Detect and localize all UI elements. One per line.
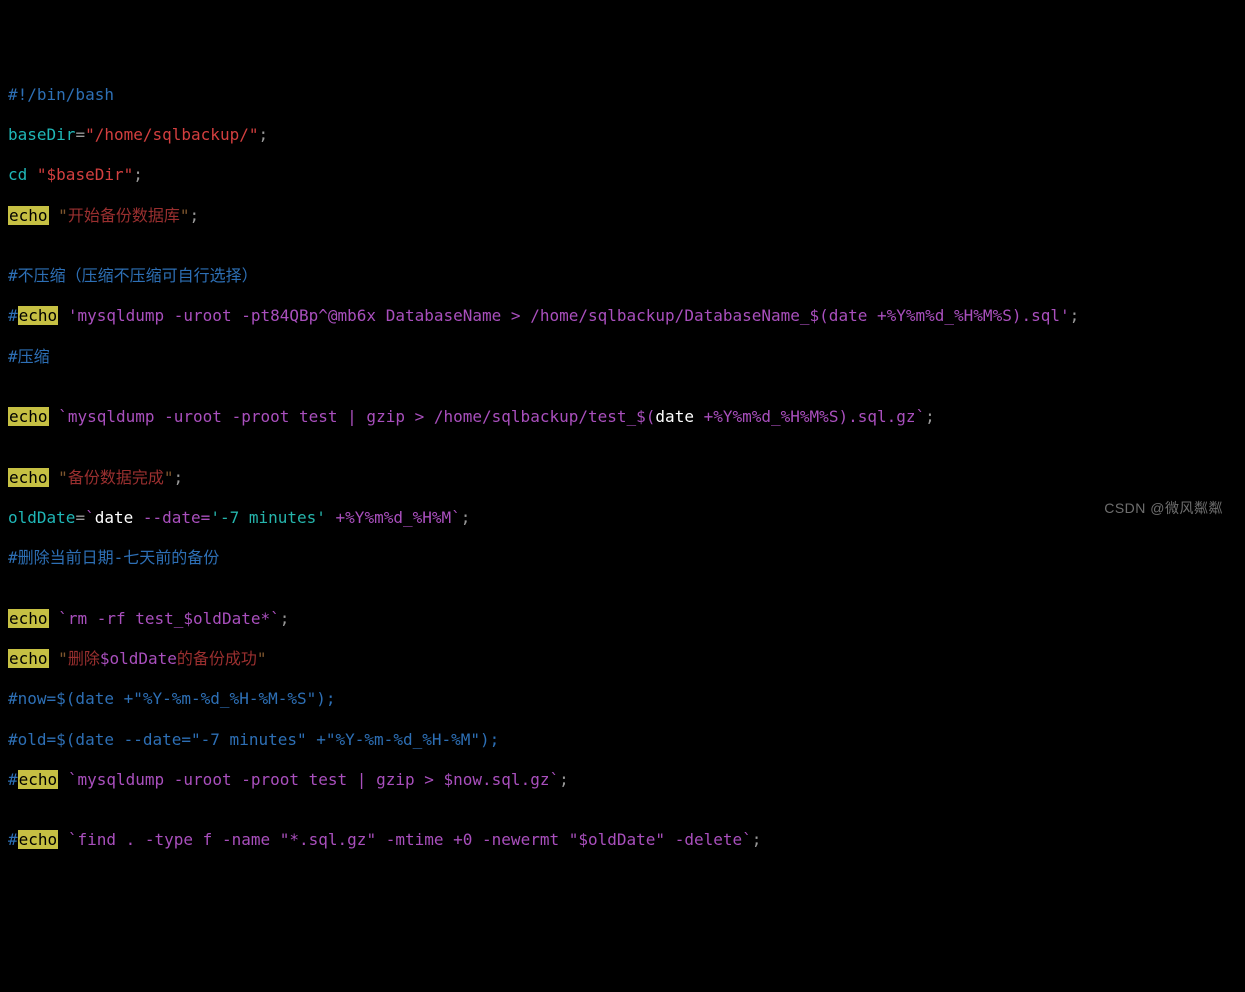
comment: 删除当前日期-七天前的备份 — [18, 548, 220, 567]
semicolon: ; — [461, 508, 471, 527]
option: --date= — [133, 508, 210, 527]
backtick: ` — [68, 830, 78, 849]
semicolon: ; — [173, 468, 183, 487]
hash: # — [8, 306, 18, 325]
code-line: #压缩 — [8, 347, 1237, 367]
string: 开始备份数据库 — [68, 206, 180, 225]
command-tail: ).sql.gz — [838, 407, 915, 426]
hash: # — [8, 770, 18, 789]
command-date: date — [655, 407, 694, 426]
code-line: #old=$(date --date="-7 minutes" +"%Y-%m-… — [8, 730, 1237, 750]
comment: #不压缩（压缩不压缩可自行选择） — [8, 266, 258, 285]
string: 备份数据完成 — [68, 468, 164, 487]
space — [49, 468, 59, 487]
command: mysqldump -uroot -proot test | gzip > /h… — [68, 407, 656, 426]
string-part: 删除 — [68, 649, 100, 668]
code-line: baseDir="/home/sqlbackup/"; — [8, 125, 1237, 145]
space — [58, 830, 68, 849]
code-line: cd "$baseDir"; — [8, 165, 1237, 185]
builtin-echo: echo — [8, 468, 49, 487]
semicolon: ; — [1070, 306, 1080, 325]
command: find . -type f -name "*.sql.gz" -mtime +… — [77, 830, 742, 849]
code-line: echo "备份数据完成"; — [8, 468, 1237, 488]
operator: = — [75, 508, 85, 527]
builtin-echo: echo — [18, 306, 59, 325]
code-line: #不压缩（压缩不压缩可自行选择） — [8, 266, 1237, 286]
command: rm -rf test_$oldDate* — [68, 609, 270, 628]
code-line: #echo `mysqldump -uroot -proot test | gz… — [8, 770, 1237, 790]
code-line: #echo 'mysqldump -uroot -pt84QBp^@mb6x D… — [8, 306, 1237, 326]
backtick: ` — [58, 407, 68, 426]
var-name: oldDate — [8, 508, 75, 527]
quote: " — [58, 468, 68, 487]
backtick: ` — [68, 770, 78, 789]
operator: = — [75, 125, 85, 144]
builtin-echo: echo — [18, 770, 59, 789]
backtick: ` — [742, 830, 752, 849]
space — [49, 649, 59, 668]
code-line: #!/bin/bash — [8, 85, 1237, 105]
code-line: #now=$(date +"%Y-%m-%d_%H-%M-%S"); — [8, 689, 1237, 709]
builtin-echo: echo — [18, 830, 59, 849]
quote: " — [257, 649, 267, 668]
space — [49, 407, 59, 426]
quote: " — [58, 649, 68, 668]
code-line: echo `rm -rf test_$oldDate*`; — [8, 609, 1237, 629]
variable: $oldDate — [100, 649, 177, 668]
builtin-echo: echo — [8, 649, 49, 668]
builtin-echo: echo — [8, 609, 49, 628]
space — [49, 609, 59, 628]
command-date: date — [95, 508, 134, 527]
semicolon: ; — [559, 770, 569, 789]
string: "/home/sqlbackup/" — [85, 125, 258, 144]
string: '-7 minutes' — [210, 508, 326, 527]
semicolon: ; — [189, 206, 199, 225]
code-line: echo "删除$oldDate的备份成功" — [8, 649, 1237, 669]
shebang: #!/bin/bash — [8, 85, 114, 104]
comment: #压缩 — [8, 347, 50, 366]
command: mysqldump -uroot -proot test | gzip > $n… — [77, 770, 549, 789]
date-format: +%Y%m%d_%H%M — [326, 508, 451, 527]
hash: # — [8, 548, 18, 567]
backtick: ` — [270, 609, 280, 628]
semicolon: ; — [133, 165, 143, 184]
space — [58, 306, 68, 325]
code-line: #echo `find . -type f -name "*.sql.gz" -… — [8, 830, 1237, 850]
string: "$baseDir" — [37, 165, 133, 184]
backtick: ` — [451, 508, 461, 527]
hash: # — [8, 830, 18, 849]
string-part: 的备份成功 — [177, 649, 257, 668]
code-line: #删除当前日期-七天前的备份 — [8, 548, 1237, 568]
backtick: ` — [549, 770, 559, 789]
code-line: oldDate=`date --date='-7 minutes' +%Y%m%… — [8, 508, 1237, 528]
builtin-cd: cd — [8, 165, 37, 184]
backtick: ` — [85, 508, 95, 527]
semicolon: ; — [258, 125, 268, 144]
date-format: +%Y%m%d_%H%M%S — [694, 407, 839, 426]
builtin-echo: echo — [8, 407, 49, 426]
backtick: ` — [58, 609, 68, 628]
quote: " — [58, 206, 68, 225]
backtick: ` — [916, 407, 926, 426]
semicolon: ; — [280, 609, 290, 628]
var-name: baseDir — [8, 125, 75, 144]
string: 'mysqldump -uroot -pt84QBp^@mb6x Databas… — [68, 306, 1070, 325]
semicolon: ; — [925, 407, 935, 426]
builtin-echo: echo — [8, 206, 49, 225]
space — [49, 206, 59, 225]
code-line: echo `mysqldump -uroot -proot test | gzi… — [8, 407, 1237, 427]
semicolon: ; — [752, 830, 762, 849]
comment: #old=$(date --date="-7 minutes" +"%Y-%m-… — [8, 730, 499, 749]
watermark: CSDN @微风粼粼 — [1104, 500, 1223, 518]
comment: #now=$(date +"%Y-%m-%d_%H-%M-%S"); — [8, 689, 336, 708]
space — [58, 770, 68, 789]
code-line: echo "开始备份数据库"; — [8, 206, 1237, 226]
